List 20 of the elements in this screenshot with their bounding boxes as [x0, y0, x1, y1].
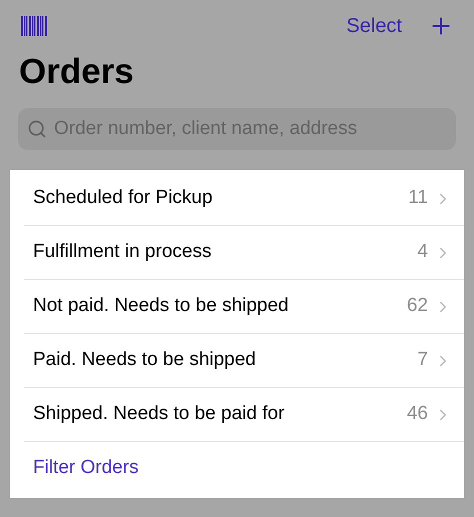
status-row[interactable]: Scheduled for Pickup 11: [24, 172, 464, 226]
filter-orders-link[interactable]: Filter Orders: [33, 454, 139, 482]
status-row[interactable]: Not paid. Needs to be shipped 62: [24, 280, 464, 334]
order-count: 46: [406, 402, 428, 426]
order-count: 11: [408, 186, 428, 210]
select-button[interactable]: Select: [346, 11, 402, 41]
order-count: 7: [417, 348, 428, 372]
order-count: 4: [417, 240, 428, 264]
status-label: Not paid. Needs to be shipped: [32, 294, 290, 318]
status-row[interactable]: Fulfillment in process 4: [24, 226, 464, 280]
order-count: 62: [406, 294, 428, 318]
status-label: Fulfillment in process: [32, 240, 212, 264]
search-icon: [27, 119, 47, 139]
status-label: Scheduled for Pickup: [32, 186, 214, 210]
status-label: Paid. Needs to be shipped: [32, 348, 257, 372]
status-row[interactable]: Paid. Needs to be shipped 7: [24, 334, 464, 388]
status-label: Shipped. Needs to be paid for: [32, 402, 286, 426]
barcode-scanner-icon[interactable]: [21, 16, 47, 36]
status-row[interactable]: Shipped. Needs to be paid for 46: [24, 388, 464, 442]
page-title: Orders: [18, 51, 135, 93]
